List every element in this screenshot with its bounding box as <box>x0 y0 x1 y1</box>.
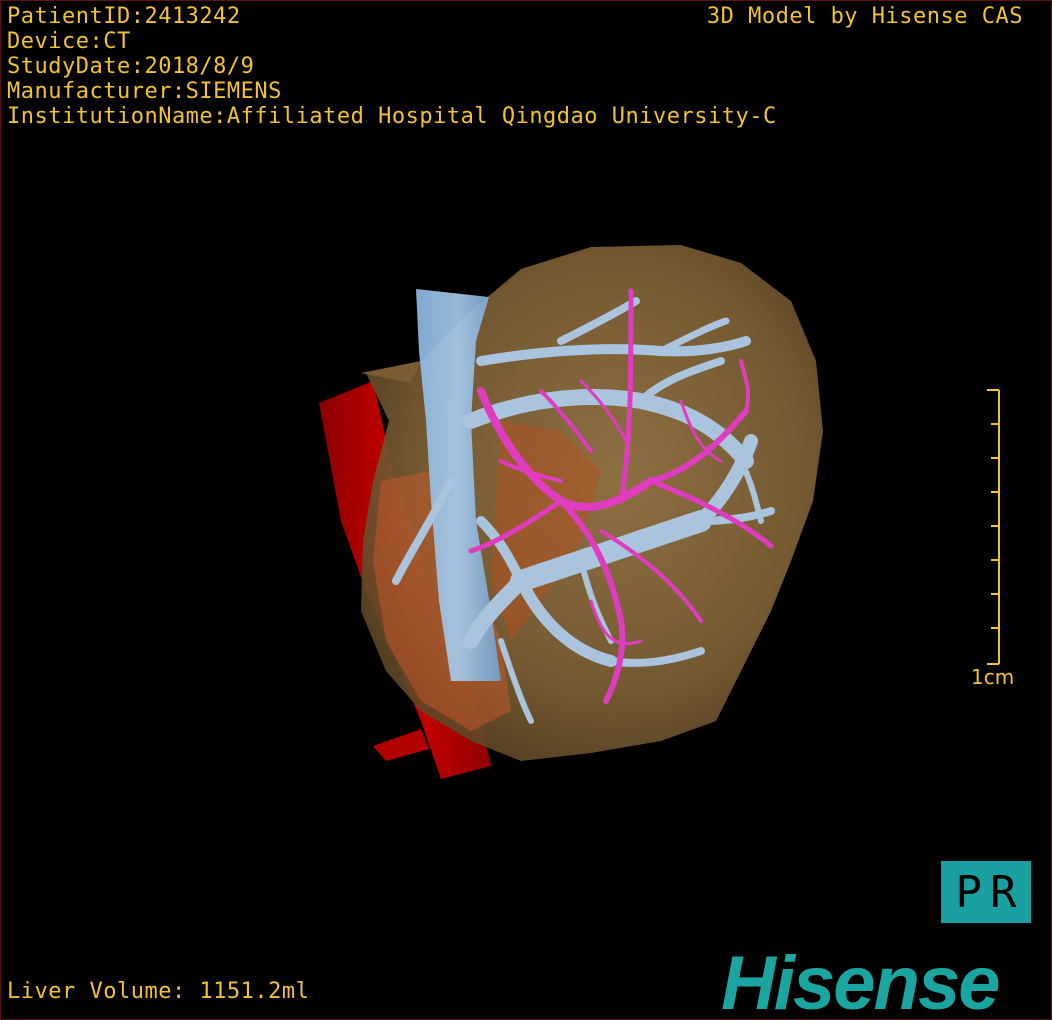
scale-ruler-icon <box>987 389 1000 665</box>
patient-id-label: PatientID:2413242 <box>7 4 241 29</box>
patient-info-panel: PatientID:2413242 Device:CT StudyDate:20… <box>7 4 777 129</box>
institution-label: InstitutionName:Affiliated Hospital Qing… <box>7 104 777 129</box>
liver-volume-label: Liver Volume: 1151.2ml <box>7 979 310 1004</box>
model-watermark: 3D Model by Hisense CAS <box>706 4 1023 29</box>
scale-label: 1cm <box>971 665 1015 689</box>
pr-button[interactable]: PR <box>941 861 1031 923</box>
manufacturer-label: Manufacturer:SIEMENS <box>7 79 282 104</box>
liver-3d-model[interactable] <box>1 1 1051 1019</box>
3d-viewport[interactable]: PatientID:2413242 Device:CT StudyDate:20… <box>0 0 1052 1020</box>
device-label: Device:CT <box>7 29 131 54</box>
hisense-logo: Hisense <box>721 941 1000 1020</box>
study-date-label: StudyDate:2018/8/9 <box>7 54 255 79</box>
pr-button-label: PR <box>955 866 1025 918</box>
